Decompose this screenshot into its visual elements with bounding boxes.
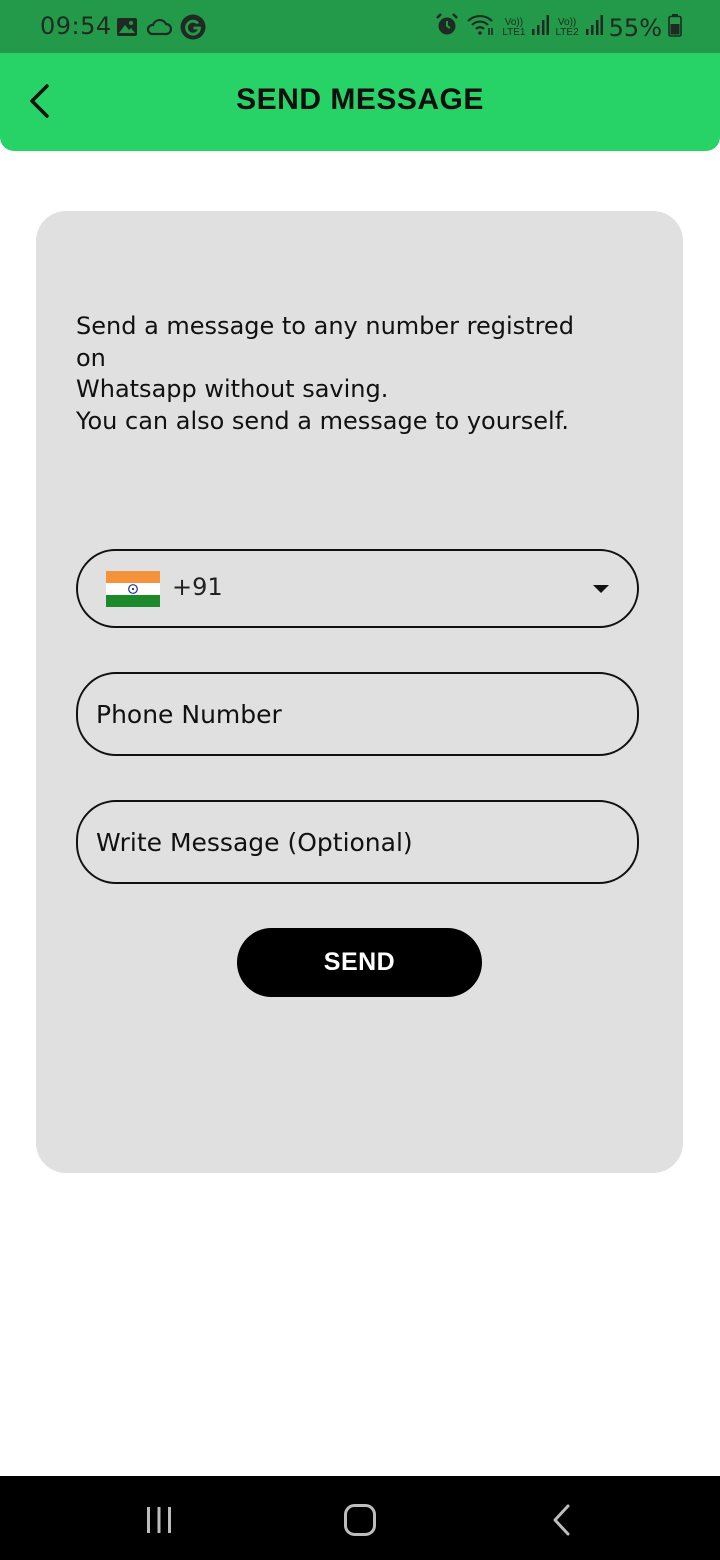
status-left-icons (116, 14, 206, 44)
back-icon (553, 1504, 570, 1536)
intro-line: Whatsapp without saving. (76, 375, 389, 403)
intro-line: You can also send a message to yourself. (76, 406, 570, 435)
intro-line: Send a message to any number registred (76, 312, 574, 340)
battery-percent: 55% (608, 14, 662, 42)
gallery-icon (116, 16, 138, 42)
battery-icon (668, 13, 682, 43)
phone-number-input[interactable] (96, 674, 616, 754)
status-time: 09:54 (40, 12, 112, 40)
recent-apps-button[interactable] (137, 1498, 181, 1542)
send-button[interactable]: SEND (237, 928, 482, 997)
intro-text: Send a message to any number registred o… (76, 311, 636, 437)
volte-lte1-icon: Vo)) LTE1 (502, 17, 526, 38)
home-icon (344, 1504, 376, 1536)
recent-apps-icon (147, 1507, 171, 1533)
home-button[interactable] (338, 1498, 382, 1542)
send-message-card: Send a message to any number registred o… (36, 211, 683, 1173)
system-back-button[interactable] (540, 1498, 584, 1542)
intro-line: on (76, 343, 106, 372)
phone-number-field[interactable] (76, 672, 639, 756)
alarm-icon (434, 12, 460, 44)
message-field[interactable] (76, 800, 639, 884)
india-flag-icon (106, 571, 160, 607)
g-badge-icon (180, 14, 206, 44)
signal-2-icon (585, 14, 603, 42)
navigation-bar (0, 1476, 720, 1560)
message-input[interactable] (96, 802, 616, 882)
cloud-icon (146, 17, 173, 41)
wifi-icon (466, 13, 496, 43)
status-right-icons: Vo)) LTE1 Vo)) LTE2 55% (434, 12, 682, 44)
status-bar: 09:54 Vo)) LTE1 Vo)) LTE2 55% (0, 0, 720, 53)
app-bar: SEND MESSAGE (0, 53, 720, 151)
signal-1-icon (531, 14, 550, 42)
country-code-dropdown[interactable]: +91 (76, 549, 639, 628)
page-title: SEND MESSAGE (236, 83, 484, 116)
volte-lte2-icon: Vo)) LTE2 (555, 17, 579, 38)
country-code-value: +91 (172, 573, 223, 601)
caret-down-icon (593, 585, 609, 593)
